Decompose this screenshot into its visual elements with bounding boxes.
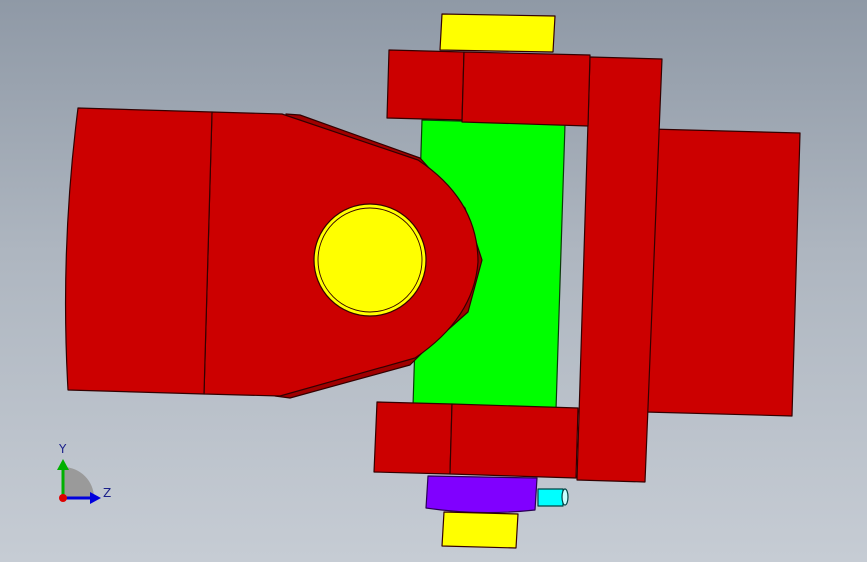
bottom-bushing[interactable] <box>425 475 538 514</box>
cad-viewport[interactable]: Y Z <box>0 0 867 562</box>
top-bearing-cap[interactable] <box>439 13 556 53</box>
bottom-flange-right[interactable] <box>449 403 579 479</box>
pivot-pin-outer[interactable] <box>313 203 427 317</box>
top-flange-left[interactable] <box>386 49 465 121</box>
triad-quarter-disc <box>63 467 94 498</box>
grease-fitting[interactable] <box>537 488 564 507</box>
y-axis-label: Y <box>59 442 67 456</box>
grease-fitting-tip <box>561 488 569 506</box>
universal-joint-model[interactable] <box>0 0 867 562</box>
top-flange-right[interactable] <box>461 51 591 127</box>
x-axis-dot <box>59 494 67 502</box>
axis-triad <box>57 459 101 504</box>
z-axis-label: Z <box>103 486 112 500</box>
y-axis-arrow <box>57 459 69 470</box>
bottom-bearing-cap[interactable] <box>441 511 519 549</box>
right-yoke-body[interactable] <box>644 128 801 417</box>
left-yoke-cylinder[interactable] <box>64 107 213 395</box>
right-yoke-arm[interactable] <box>576 56 663 483</box>
bottom-flange-left[interactable] <box>373 401 453 475</box>
z-axis-arrow <box>90 492 101 504</box>
